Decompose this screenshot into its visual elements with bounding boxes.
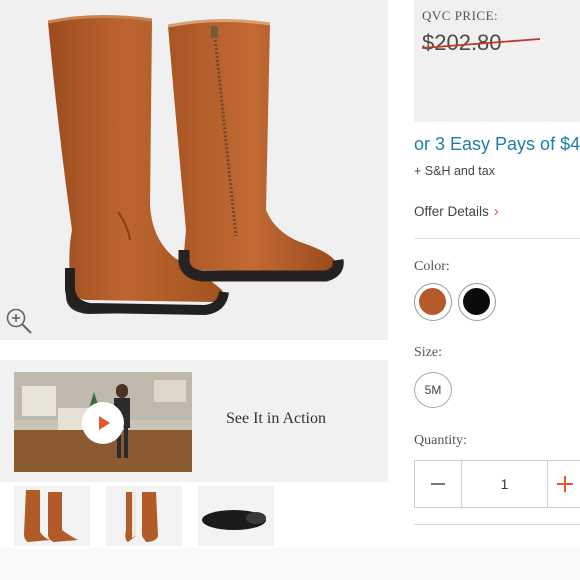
- divider: [414, 524, 580, 525]
- shipping-tax-text: + S&H and tax: [414, 164, 495, 178]
- video-thumbnail[interactable]: [14, 372, 192, 472]
- play-icon[interactable]: [82, 402, 124, 444]
- minus-icon[interactable]: [415, 461, 461, 507]
- thumb-boot-sole[interactable]: [198, 486, 274, 546]
- boots-illustration: [47, 14, 344, 316]
- black-swatch-fill: [463, 288, 490, 315]
- color-swatch-black[interactable]: [458, 283, 496, 321]
- color-label: Color:: [414, 259, 450, 274]
- plus-icon[interactable]: [555, 461, 580, 507]
- thumb-boots-back[interactable]: [106, 486, 182, 546]
- size-option-5m[interactable]: 5M: [414, 372, 452, 408]
- color-swatch-cognac[interactable]: [414, 283, 452, 321]
- offer-details-label: Offer Details: [414, 204, 489, 219]
- size-label: Size:: [414, 345, 442, 360]
- product-main-image[interactable]: [0, 0, 388, 340]
- stepper-divider: [547, 461, 548, 507]
- quantity-input[interactable]: 1: [462, 461, 547, 507]
- video-section: See It in Action: [0, 360, 388, 482]
- thumbnail-strip: [0, 486, 388, 546]
- offer-details-link[interactable]: Offer Details ›: [414, 203, 499, 220]
- quantity-stepper: 1: [414, 460, 580, 508]
- chevron-right-icon: ›: [493, 203, 499, 220]
- divider: [414, 238, 580, 239]
- magnifier-plus-icon[interactable]: [4, 306, 34, 336]
- see-it-in-action-link[interactable]: See It in Action: [226, 410, 326, 428]
- strikethrough-line: [422, 38, 540, 49]
- thumb-boots-side[interactable]: [14, 486, 90, 546]
- price-box: QVC PRICE: $202.80: [414, 0, 580, 122]
- footer-band: [0, 548, 580, 580]
- easy-pay-text[interactable]: or 3 Easy Pays of $4: [414, 134, 580, 155]
- quantity-label: Quantity:: [414, 433, 467, 448]
- qvc-price-label: QVC PRICE:: [422, 8, 499, 23]
- cognac-swatch-fill: [419, 288, 446, 315]
